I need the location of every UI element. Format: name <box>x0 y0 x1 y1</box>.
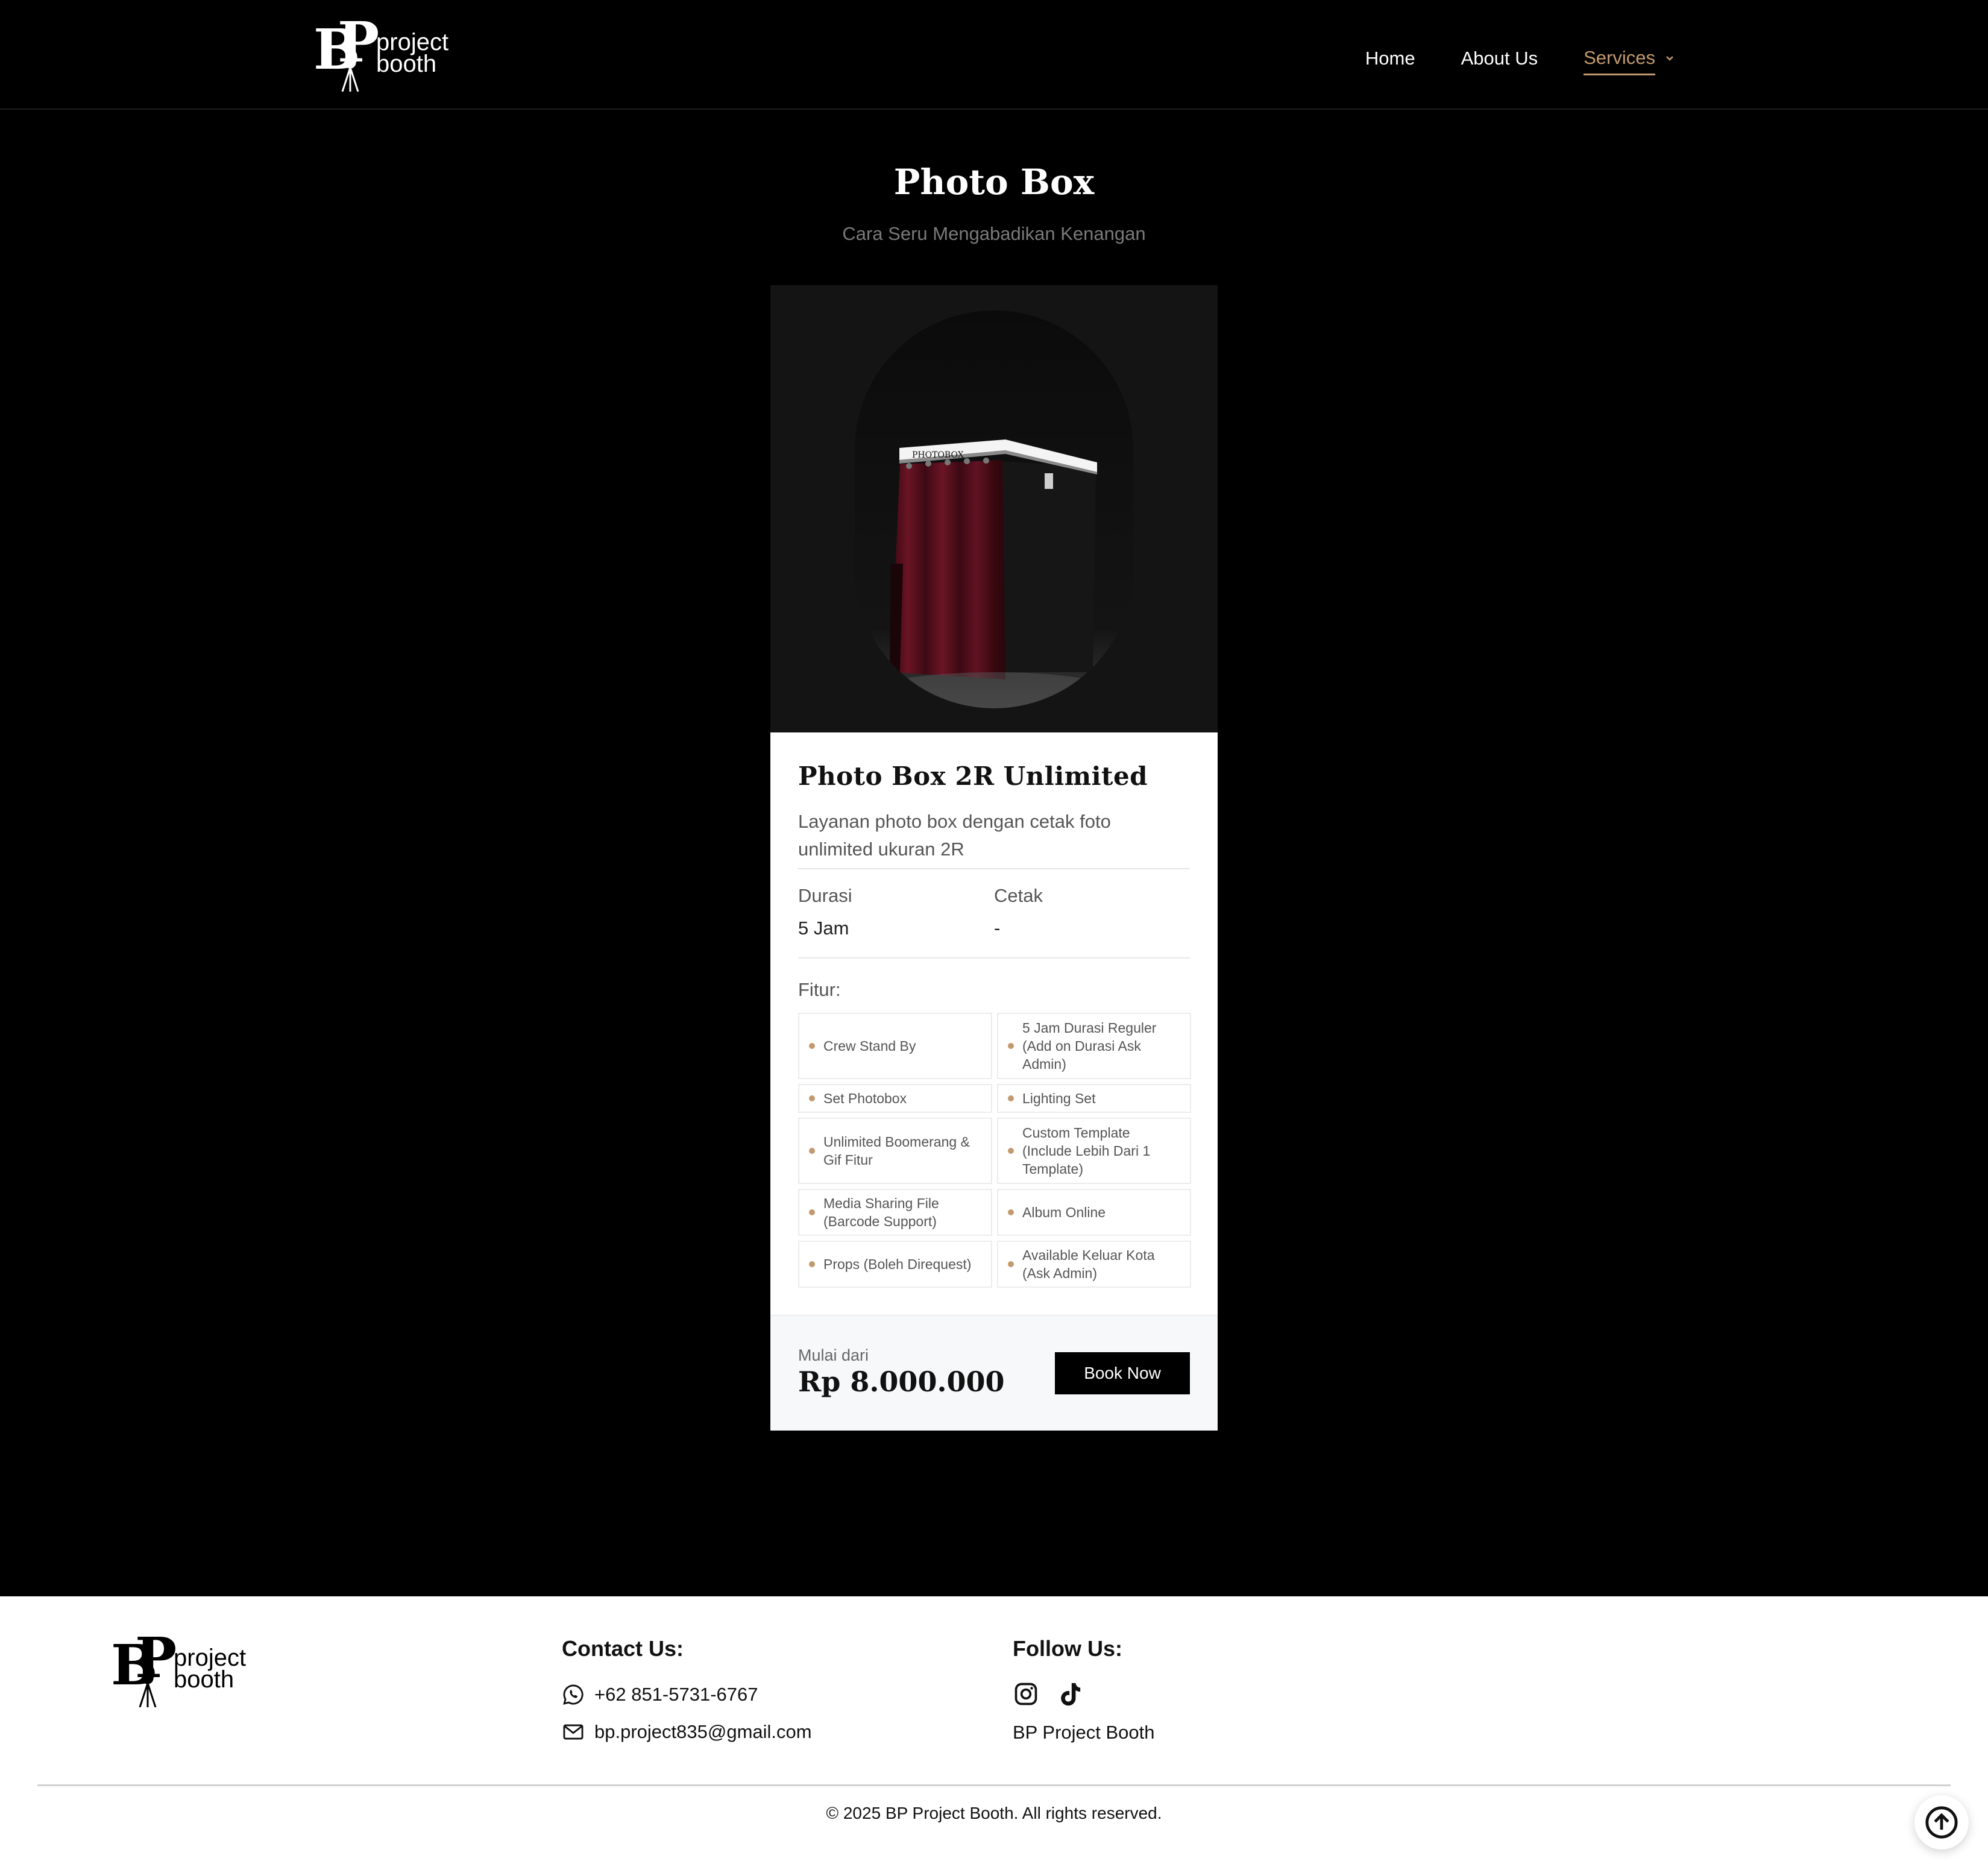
contact-email[interactable]: bp.project835@gmail.com <box>562 1721 812 1743</box>
booth-sign-text: PHOTOBOX <box>912 450 964 460</box>
book-now-button[interactable]: Book Now <box>1055 1352 1190 1394</box>
tripod-icon <box>341 57 359 92</box>
main-nav: Home About Us Services <box>1365 41 1675 75</box>
feature-text: Set Photobox <box>823 1091 907 1106</box>
spec-duration: Durasi 5 Jam <box>798 885 994 939</box>
contact-heading: Contact Us: <box>562 1636 684 1661</box>
page-subtitle: Cara Seru Mengabadikan Kenangan <box>842 223 1146 244</box>
instagram-icon[interactable] <box>1013 1681 1039 1707</box>
email-text: bp.project835@gmail.com <box>594 1721 812 1742</box>
feature-item: Custom Template (Include Lebih Dari 1 Te… <box>997 1118 1191 1184</box>
product-card: PHOTOBOX Photo Box 2R Unlimited Layanan … <box>770 285 1218 1431</box>
product-body: Photo Box 2R Unlimited Layanan photo box… <box>770 732 1218 1288</box>
site-footer: BP project booth Contact Us: +62 851-573… <box>0 1596 1988 1864</box>
page-title: Photo Box <box>893 162 1095 203</box>
logo-word-booth: booth <box>174 1666 234 1693</box>
spec-value: 5 Jam <box>798 918 849 939</box>
back-to-top-button[interactable] <box>1914 1795 1969 1850</box>
product-footer: Mulai dari Rp 8.000.000 Book Now <box>770 1315 1218 1431</box>
logo-word-project: project <box>174 1645 247 1671</box>
logo-mark: BP <box>313 14 380 92</box>
bullet-dot <box>809 1261 815 1267</box>
feature-text: Unlimited Boomerang & Gif Fitur <box>823 1134 970 1168</box>
bullet-dot <box>809 1148 815 1154</box>
product-specs: Durasi 5 Jam Cetak - <box>798 869 1190 959</box>
feature-item: Props (Boleh Direquest) <box>798 1241 992 1288</box>
feature-text: Media Sharing File (Barcode Support) <box>823 1195 939 1229</box>
feature-item: Lighting Set <box>997 1084 1191 1113</box>
footer-divider <box>37 1784 1951 1786</box>
spec-print: Cetak - <box>994 885 1190 939</box>
social-links <box>1013 1681 1084 1710</box>
bullet-dot <box>1008 1043 1014 1049</box>
price-value: Rp 8.000.000 <box>798 1365 1005 1398</box>
mail-icon <box>563 1724 584 1740</box>
feature-text: 5 Jam Durasi Reguler (Add on Durasi Ask … <box>1022 1020 1157 1072</box>
feature-item: Unlimited Boomerang & Gif Fitur <box>798 1118 992 1184</box>
feature-item: Media Sharing File (Barcode Support) <box>798 1189 992 1236</box>
site-header: BP project booth Home About Us Services <box>0 0 1988 110</box>
brand-logo[interactable]: BP project booth <box>313 14 449 92</box>
footer-logo[interactable]: BP project booth <box>111 1630 247 1707</box>
logo-wordmark: project booth <box>376 29 449 77</box>
bullet-dot <box>1008 1209 1014 1215</box>
follow-heading: Follow Us: <box>1013 1636 1122 1661</box>
feature-text: Props (Boleh Direquest) <box>823 1256 972 1272</box>
feature-item: Album Online <box>997 1189 1191 1236</box>
spec-label: Durasi <box>798 885 852 906</box>
nav-home[interactable]: Home <box>1365 48 1415 69</box>
logo-word-booth: booth <box>376 51 437 77</box>
nav-services-label: Services <box>1584 47 1655 75</box>
logo-word-project: project <box>376 29 449 55</box>
nav-about-us[interactable]: About Us <box>1461 48 1538 69</box>
arrow-up-icon <box>1925 1806 1958 1839</box>
features-grid: Crew Stand By 5 Jam Durasi Reguler (Add … <box>798 1013 1191 1288</box>
bullet-dot <box>1008 1261 1014 1267</box>
whatsapp-icon <box>563 1684 584 1705</box>
social-account-name: BP Project Booth <box>1013 1722 1155 1743</box>
product-description: Layanan photo box dengan cetak foto unli… <box>798 808 1190 869</box>
price-label: Mulai dari <box>798 1346 869 1364</box>
spec-label: Cetak <box>994 885 1043 906</box>
feature-item: Set Photobox <box>798 1084 992 1113</box>
feature-item: 5 Jam Durasi Reguler (Add on Durasi Ask … <box>997 1013 1191 1079</box>
feature-text: Album Online <box>1022 1204 1106 1220</box>
logo-wordmark: project booth <box>174 1645 247 1693</box>
feature-text: Lighting Set <box>1022 1091 1096 1106</box>
feature-item: Crew Stand By <box>798 1013 992 1079</box>
bullet-dot <box>1008 1095 1014 1101</box>
bullet-dot <box>809 1043 815 1049</box>
tripod-icon <box>139 1672 157 1707</box>
feature-text: Crew Stand By <box>823 1038 916 1054</box>
product-photo-oval: PHOTOBOX <box>855 310 1133 708</box>
features-label: Fitur: <box>798 979 841 1000</box>
bullet-dot <box>809 1209 815 1215</box>
feature-text: Custom Template (Include Lebih Dari 1 Te… <box>1022 1125 1151 1177</box>
tiktok-icon[interactable] <box>1057 1681 1084 1710</box>
bullet-dot <box>1008 1148 1014 1154</box>
feature-item: Available Keluar Kota (Ask Admin) <box>997 1241 1191 1288</box>
nav-services[interactable]: Services <box>1584 41 1675 75</box>
logo-mark: BP <box>111 1630 177 1707</box>
contact-phone[interactable]: +62 851-5731-6767 <box>562 1683 758 1706</box>
copyright: © 2025 BP Project Booth. All rights rese… <box>826 1804 1162 1822</box>
bullet-dot <box>809 1095 815 1101</box>
phone-text: +62 851-5731-6767 <box>594 1684 758 1705</box>
product-image: PHOTOBOX <box>770 285 1218 732</box>
photobox-illustration: PHOTOBOX <box>855 310 1133 708</box>
product-title: Photo Box 2R Unlimited <box>798 761 1148 791</box>
feature-text: Available Keluar Kota (Ask Admin) <box>1022 1247 1155 1281</box>
spec-value: - <box>994 918 1001 939</box>
chevron-down-icon <box>1666 55 1673 61</box>
